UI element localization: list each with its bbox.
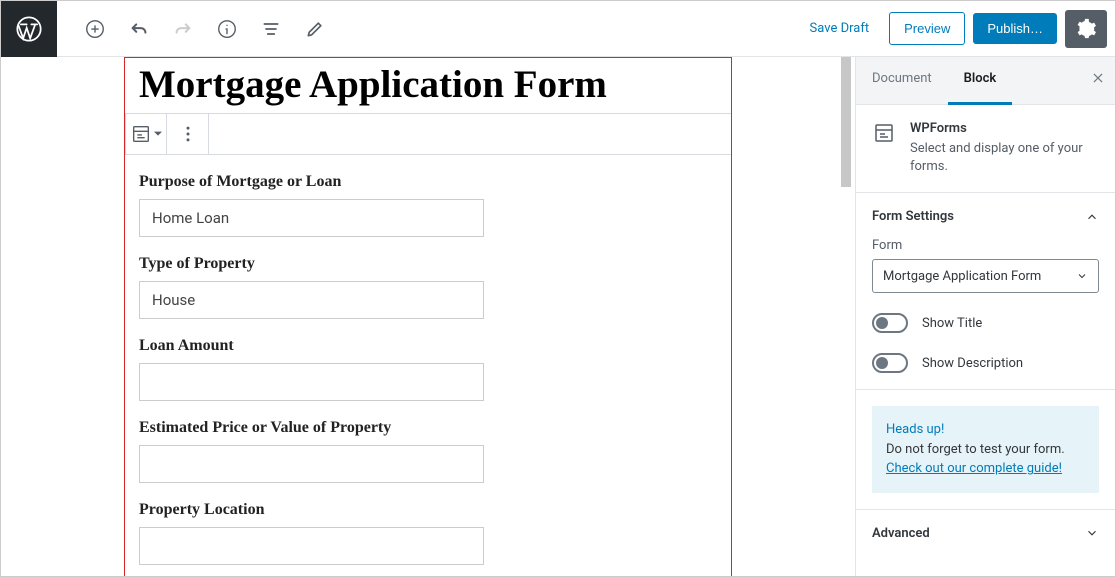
form-body: Purpose of Mortgage or Loan Type of Prop… [125,155,731,576]
form-select-label: Form [872,238,1099,253]
info-button[interactable] [209,11,245,47]
sidebar-tabs: Document Block [856,57,1115,105]
field-input-property-type[interactable] [139,281,484,319]
field-input-loan-amount[interactable] [139,363,484,401]
toggle-show-desc[interactable] [872,353,908,373]
chevron-down-icon [1076,270,1088,282]
edit-button[interactable] [297,11,333,47]
undo-button[interactable] [121,11,157,47]
chevron-up-icon [1085,210,1099,224]
toggle-label: Show Description [922,356,1023,371]
block-more-icon[interactable] [167,114,209,154]
block-info: WPForms Select and display one of your f… [856,105,1115,193]
field-input-estimated-price[interactable] [139,445,484,483]
panel-header[interactable]: Form Settings [872,209,1099,224]
notice-link[interactable]: Check out our complete guide! [886,461,1062,476]
publish-button[interactable]: Publish… [973,13,1057,44]
advanced-panel[interactable]: Advanced [856,509,1115,557]
workspace: Mortgage Application Form Purpose of Mor… [1,57,1115,576]
page-title[interactable]: Mortgage Application Form [125,58,731,113]
chevron-down-icon [1085,526,1099,540]
wordpress-logo[interactable] [1,1,57,57]
scroll-thumb[interactable] [841,57,851,187]
block-info-title: WPForms [910,121,1099,136]
toolbar-left [57,11,333,47]
form-select-value: Mortgage Application Form [883,269,1041,284]
form-field: Purpose of Mortgage or Loan [139,173,717,237]
field-label: Estimated Price or Value of Property [139,419,717,437]
toggle-show-title-row: Show Title [872,313,1099,333]
block-type-icon[interactable] [125,114,167,154]
field-label: Property Location [139,501,717,519]
close-sidebar-icon[interactable] [1081,57,1115,104]
form-select[interactable]: Mortgage Application Form [872,259,1099,293]
add-block-button[interactable] [77,11,113,47]
form-field: Type of Property [139,255,717,319]
notice-heading: Heads up! [886,422,944,437]
toggle-show-desc-row: Show Description [872,353,1099,373]
redo-button[interactable] [165,11,201,47]
selected-block[interactable]: Mortgage Application Form Purpose of Mor… [124,57,732,576]
scrollbar[interactable] [837,57,853,576]
wpforms-icon [872,121,896,176]
block-info-desc: Select and display one of your forms. [910,140,1099,176]
notice-box: Heads up! Do not forget to test your for… [872,406,1099,493]
form-field: Loan Amount [139,337,717,401]
notice-body: Do not forget to test your form. [886,442,1065,457]
save-draft-button[interactable]: Save Draft [798,13,882,44]
field-label: Type of Property [139,255,717,273]
advanced-label: Advanced [872,526,930,541]
panel-body: Form Mortgage Application Form Show Titl… [872,224,1099,373]
top-toolbar: Save Draft Preview Publish… [1,1,1115,57]
panel-title: Form Settings [872,209,954,224]
editor-area: Mortgage Application Form Purpose of Mor… [1,57,855,576]
toggle-label: Show Title [922,316,982,331]
settings-sidebar: Document Block WPForms Select and displa… [855,57,1115,576]
tab-block[interactable]: Block [948,57,1013,105]
field-label: Loan Amount [139,337,717,355]
tab-document[interactable]: Document [856,57,948,104]
preview-button[interactable]: Preview [889,12,965,45]
field-label: Purpose of Mortgage or Loan [139,173,717,191]
field-input-purpose[interactable] [139,199,484,237]
settings-button[interactable] [1065,10,1107,48]
toolbar-right: Save Draft Preview Publish… [798,10,1115,48]
outline-button[interactable] [253,11,289,47]
field-input-property-location[interactable] [139,527,484,565]
toggle-show-title[interactable] [872,313,908,333]
form-field: Property Location [139,501,717,565]
block-info-text: WPForms Select and display one of your f… [910,121,1099,176]
form-field: Estimated Price or Value of Property [139,419,717,483]
form-settings-panel: Form Settings Form Mortgage Application … [856,193,1115,390]
block-toolbar [125,113,731,155]
